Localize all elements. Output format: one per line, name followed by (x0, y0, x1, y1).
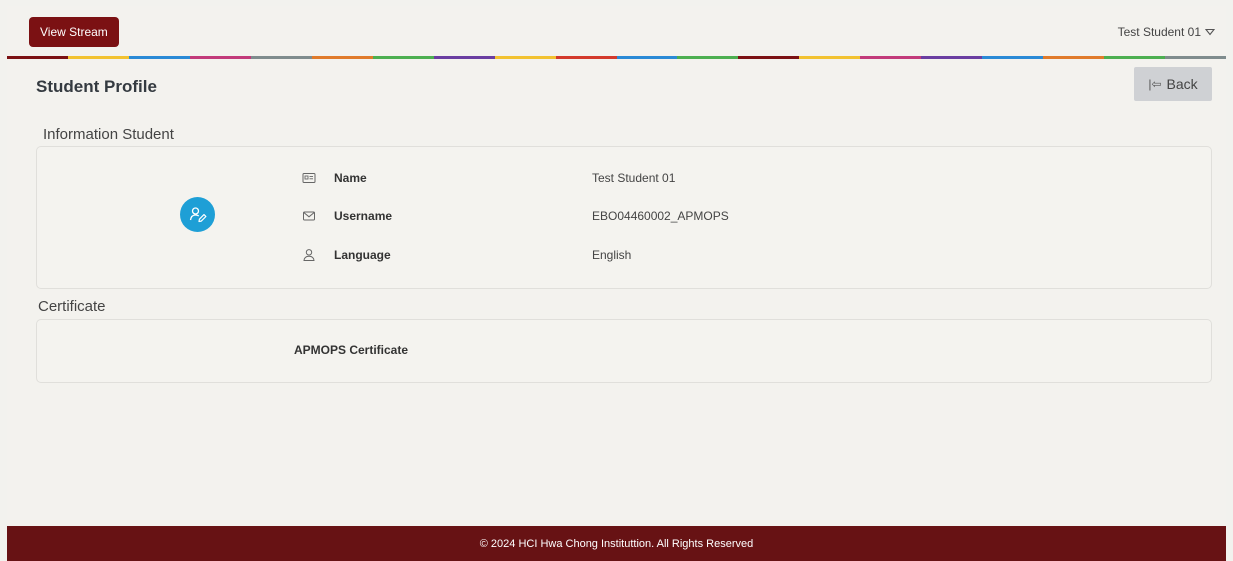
field-value: Test Student 01 (592, 171, 676, 185)
rainbow-segment (1165, 56, 1227, 59)
back-arrow-icon: |⇦ (1148, 77, 1162, 91)
rainbow-segment (250, 56, 312, 59)
rainbow-segment (1043, 56, 1105, 59)
view-stream-button[interactable]: View Stream (29, 17, 119, 47)
field-row-username: Username EBO04460002_APMOPS (302, 207, 729, 225)
back-label: Back (1166, 76, 1198, 92)
rainbow-segment (189, 56, 251, 59)
user-menu[interactable]: Test Student 01 (1118, 25, 1215, 39)
field-row-language: Language English (302, 246, 631, 264)
rainbow-segment (433, 56, 495, 59)
rainbow-segment (677, 56, 739, 59)
envelope-icon (303, 211, 315, 221)
rainbow-segment (1104, 56, 1166, 59)
field-label: Username (334, 209, 393, 223)
rainbow-segment (311, 56, 373, 59)
certificate-card: APMOPS Certificate (36, 319, 1212, 383)
user-name: Test Student 01 (1117, 25, 1201, 39)
user-edit-icon[interactable] (180, 197, 215, 232)
rainbow-segment (67, 56, 129, 59)
rainbow-segment (860, 56, 922, 59)
field-value: EBO04460002_APMOPS (592, 209, 729, 223)
rainbow-segment (982, 56, 1044, 59)
decorative-rainbow-divider (7, 56, 1227, 59)
field-value: English (592, 248, 632, 262)
info-section-heading: Information Student (43, 126, 174, 143)
page: View Stream Test Student 01 Student Prof… (7, 6, 1227, 561)
rainbow-segment (372, 56, 434, 59)
rainbow-segment (799, 56, 861, 59)
top-bar: View Stream Test Student 01 (7, 6, 1226, 56)
rainbow-segment (7, 56, 68, 59)
certificate-section-heading: Certificate (38, 298, 106, 315)
field-label: Name (334, 171, 367, 185)
chevron-down-icon (1205, 28, 1215, 36)
rainbow-segment (555, 56, 617, 59)
back-button[interactable]: |⇦ Back (1134, 67, 1212, 101)
rainbow-segment (616, 56, 678, 59)
copyright-text: © 2024 HCI Hwa Chong Instituttion. All R… (479, 537, 754, 550)
field-label: Language (334, 248, 391, 262)
rainbow-segment (494, 56, 556, 59)
rainbow-segment (921, 56, 983, 59)
rainbow-segment (738, 56, 800, 59)
student-info-card: Name Test Student 01 Username EBO0446000… (36, 146, 1212, 289)
rainbow-segment (128, 56, 190, 59)
certificate-name[interactable]: APMOPS Certificate (294, 343, 408, 357)
id-card-icon (302, 173, 316, 183)
page-title: Student Profile (36, 77, 157, 96)
user-icon (303, 249, 315, 261)
field-row-name: Name Test Student 01 (302, 169, 675, 187)
footer: © 2024 HCI Hwa Chong Instituttion. All R… (7, 526, 1226, 561)
